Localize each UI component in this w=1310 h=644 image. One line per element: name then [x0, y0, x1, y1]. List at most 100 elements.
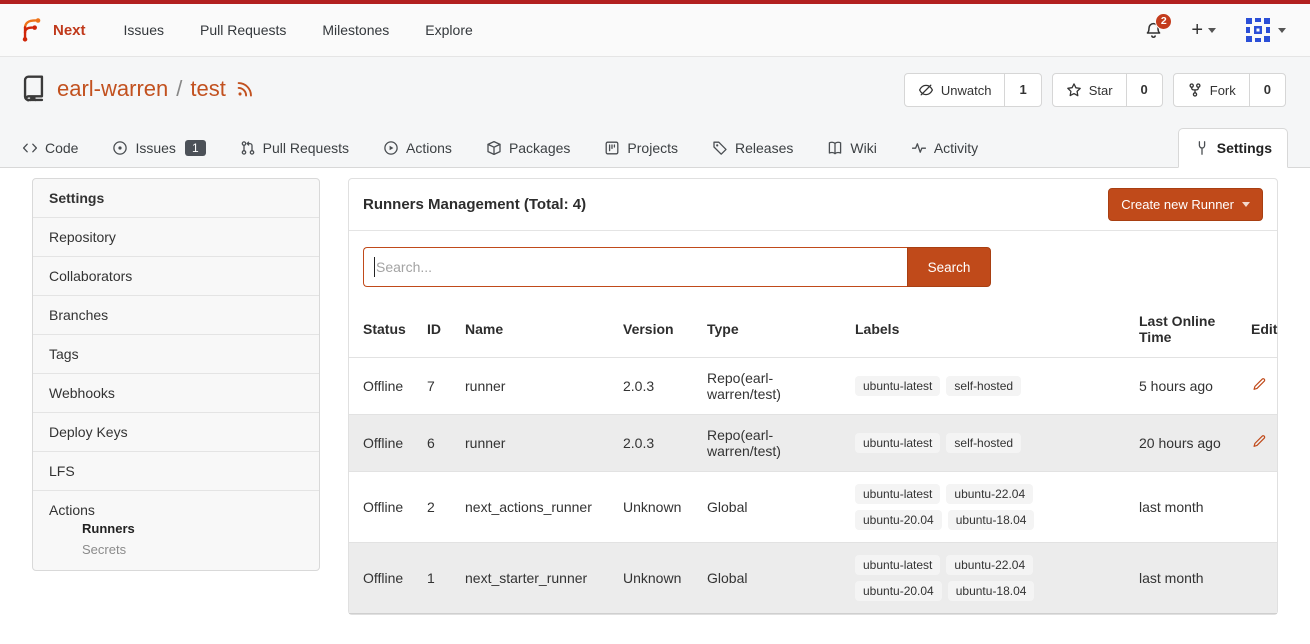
sidebar-item-tags[interactable]: Tags [33, 334, 319, 373]
repo-name-link[interactable]: test [190, 76, 225, 102]
tab-activity[interactable]: Activity [909, 129, 980, 167]
tab-settings[interactable]: Settings [1178, 128, 1288, 168]
runners-table-body: Offline7runner2.0.3Repo(earl-warren/test… [349, 358, 1277, 614]
runner-label: ubuntu-22.04 [946, 484, 1033, 504]
nav-link-pull-requests[interactable]: Pull Requests [200, 22, 286, 38]
runner-status: Offline [349, 543, 417, 614]
star-label: Star [1089, 83, 1113, 98]
create-new-menu[interactable]: + [1191, 19, 1216, 42]
stars-count[interactable]: 0 [1126, 74, 1162, 106]
sidebar-title: Settings [33, 179, 319, 217]
repo-owner-link[interactable]: earl-warren [57, 76, 168, 102]
tab-label: Releases [735, 140, 793, 156]
eye-slash-icon [918, 82, 934, 98]
tab-pull-requests[interactable]: Pull Requests [238, 129, 351, 167]
runner-label: ubuntu-latest [855, 555, 940, 575]
column-header-labels: Labels [845, 301, 1129, 358]
tab-issues[interactable]: Issues1 [110, 129, 207, 167]
home-logo-link[interactable]: Next [18, 17, 86, 43]
sidebar-item-lfs[interactable]: LFS [33, 451, 319, 490]
sidebar-subitem-secrets[interactable]: Secrets [49, 539, 303, 560]
runner-id: 7 [417, 358, 455, 415]
tab-code[interactable]: Code [20, 129, 80, 167]
tab-actions[interactable]: Actions [381, 129, 454, 167]
unwatch-button[interactable]: Unwatch [905, 74, 1005, 106]
create-new-runner-label: Create new Runner [1121, 197, 1234, 212]
fork-button[interactable]: Fork [1174, 74, 1249, 106]
screen: Next Issues Pull Requests Milestones Explor… [0, 0, 1310, 644]
runner-status: Offline [349, 415, 417, 472]
sidebar-subitem-runners[interactable]: Runners [49, 518, 303, 539]
package-icon [486, 140, 502, 156]
create-new-runner-button[interactable]: Create new Runner [1108, 188, 1263, 221]
forgejo-logo-icon [18, 17, 44, 43]
top-navbar: Next Issues Pull Requests Milestones Explor… [0, 4, 1310, 57]
runner-label: ubuntu-20.04 [855, 510, 942, 530]
user-menu[interactable] [1244, 16, 1286, 44]
runner-edit-cell [1241, 543, 1277, 614]
page-content: SettingsRepositoryCollaboratorsBranchesT… [0, 168, 1310, 615]
tab-label: Code [45, 140, 78, 156]
repo-header: earl-warren / test [0, 57, 1310, 168]
sidebar-item-branches[interactable]: Branches [33, 295, 319, 334]
tab-label: Settings [1217, 140, 1272, 156]
tab-label: Pull Requests [263, 140, 349, 156]
sidebar-item-collaborators[interactable]: Collaborators [33, 256, 319, 295]
nav-link-issues[interactable]: Issues [124, 22, 164, 38]
runner-version: 2.0.3 [613, 358, 697, 415]
sidebar-item-repository[interactable]: Repository [33, 217, 319, 256]
tag-icon [712, 140, 728, 156]
runner-type: Repo(earl-warren/test) [697, 358, 845, 415]
runner-name: runner [455, 415, 613, 472]
edit-runner-icon[interactable] [1251, 377, 1266, 392]
column-header-edit: Edit [1241, 301, 1277, 358]
repository-icon [20, 75, 47, 102]
column-header-last-online-time: Last Online Time [1129, 301, 1241, 358]
runners-panel: Runners Management (Total: 4) Create new… [348, 178, 1278, 615]
runner-last-online: last month [1129, 472, 1241, 543]
nav-links: Issues Pull Requests Milestones Explore [124, 22, 473, 38]
runner-label: ubuntu-latest [855, 484, 940, 504]
table-header-row: StatusIDNameVersionTypeLabelsLast Online… [349, 301, 1277, 358]
tools-icon [1194, 140, 1210, 156]
star-icon [1066, 82, 1082, 98]
tab-label: Activity [934, 140, 978, 156]
tab-packages[interactable]: Packages [484, 129, 572, 167]
pull-request-icon [240, 140, 256, 156]
tab-releases[interactable]: Releases [710, 129, 795, 167]
breadcrumb-separator: / [176, 76, 182, 102]
avatar [1244, 16, 1272, 44]
runner-labels: ubuntu-latestself-hosted [855, 376, 1055, 396]
unwatch-label: Unwatch [941, 83, 992, 98]
sidebar-item-deploy-keys[interactable]: Deploy Keys [33, 412, 319, 451]
repo-breadcrumb: earl-warren / test [57, 76, 226, 102]
runner-label: ubuntu-latest [855, 376, 940, 396]
search-button[interactable]: Search [907, 247, 991, 287]
column-header-type: Type [697, 301, 845, 358]
column-header-version: Version [613, 301, 697, 358]
edit-runner-icon[interactable] [1251, 434, 1266, 449]
runner-status: Offline [349, 358, 417, 415]
navbar-right: 2 + [1144, 16, 1286, 44]
watchers-count[interactable]: 1 [1004, 74, 1040, 106]
tab-label: Projects [627, 140, 678, 156]
tab-wiki[interactable]: Wiki [825, 129, 878, 167]
runner-label: ubuntu-22.04 [946, 555, 1033, 575]
rss-feed-icon[interactable] [236, 79, 255, 98]
tab-projects[interactable]: Projects [602, 129, 680, 167]
runner-last-online: 20 hours ago [1129, 415, 1241, 472]
runner-type: Repo(earl-warren/test) [697, 415, 845, 472]
notifications-button[interactable]: 2 [1144, 21, 1163, 40]
runner-row: Offline6runner2.0.3Repo(earl-warren/test… [349, 415, 1277, 472]
sidebar-item-actions[interactable]: ActionsRunnersSecrets [33, 490, 319, 570]
nav-link-explore[interactable]: Explore [425, 22, 472, 38]
sidebar-item-webhooks[interactable]: Webhooks [33, 373, 319, 412]
tab-label: Actions [406, 140, 452, 156]
star-button[interactable]: Star [1053, 74, 1126, 106]
search-input[interactable] [363, 247, 907, 287]
runner-type: Global [697, 472, 845, 543]
forks-count[interactable]: 0 [1249, 74, 1285, 106]
runner-edit-cell [1241, 472, 1277, 543]
nav-link-milestones[interactable]: Milestones [322, 22, 389, 38]
chevron-down-icon [1208, 28, 1216, 33]
